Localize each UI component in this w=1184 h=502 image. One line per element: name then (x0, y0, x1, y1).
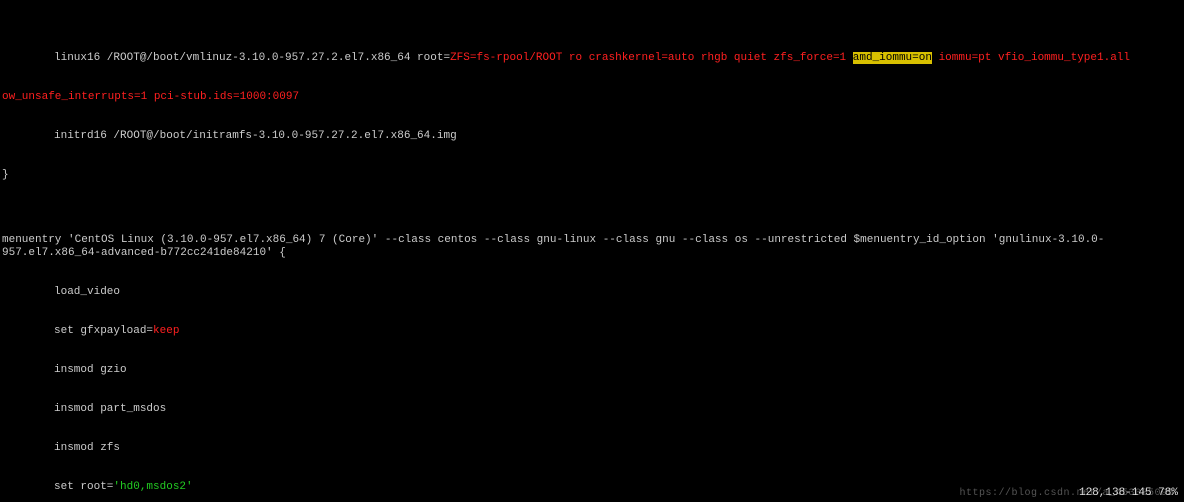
vi-status-line: 128,138-145 78% (1079, 487, 1178, 500)
cfg-line: insmod gzio (2, 364, 1182, 377)
cfg-line: insmod zfs (2, 442, 1182, 455)
cfg-line: set root='hd0,msdos2' (2, 481, 1182, 494)
cfg-line: set gfxpayload=keep (2, 325, 1182, 338)
terminal-output[interactable]: linux16 /ROOT@/boot/vmlinuz-3.10.0-957.2… (0, 0, 1184, 502)
initrd-line: initrd16 /ROOT@/boot/initramfs-3.10.0-95… (2, 130, 1182, 143)
menuentry-header: menuentry 'CentOS Linux (3.10.0-957.el7.… (2, 234, 1182, 260)
kernel-line-wrap: ow_unsafe_interrupts=1 pci-stub.ids=1000… (2, 91, 1182, 104)
brace-close: } (2, 169, 1182, 182)
kernel-line: linux16 /ROOT@/boot/vmlinuz-3.10.0-957.2… (2, 52, 1182, 65)
cfg-line: insmod part_msdos (2, 403, 1182, 416)
amd-iommu-highlight: amd_iommu=on (853, 52, 932, 64)
cfg-line: load_video (2, 286, 1182, 299)
